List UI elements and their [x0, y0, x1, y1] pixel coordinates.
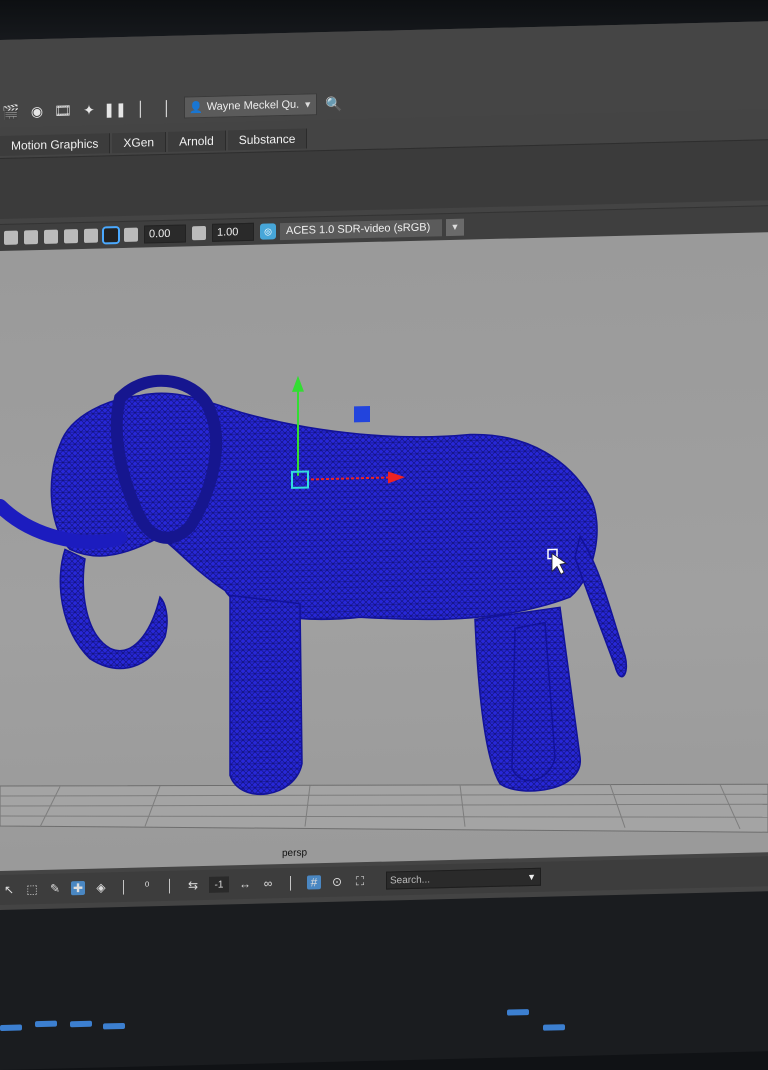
separator-icon: │ [162, 99, 172, 117]
shelf-tab-motion-graphics[interactable]: Motion Graphics [0, 133, 111, 156]
shelf-tab-substance[interactable]: Substance [227, 128, 308, 151]
snap-toggle-icon[interactable]: ✚ [71, 880, 85, 896]
search-placeholder: Search... [390, 873, 431, 886]
ground-grid [0, 783, 768, 833]
user-label: Wayne Meckel Qu. [206, 98, 300, 113]
graph-node[interactable] [0, 1024, 22, 1031]
exposure-field[interactable]: 0.00 [144, 224, 186, 244]
color-management-icon[interactable]: ◎ [260, 223, 276, 240]
exposure-icon[interactable] [124, 227, 138, 242]
key-icon[interactable]: ⁰ [140, 879, 154, 893]
user-icon: 👤 [189, 101, 203, 114]
select-camera-icon[interactable] [44, 229, 58, 244]
grid-toggle-icon[interactable] [24, 230, 38, 245]
shelf-tab-arnold[interactable]: Arnold [168, 130, 226, 152]
shelf-tab-xgen[interactable]: XGen [112, 131, 167, 154]
search-help-icon[interactable]: 🔍 [325, 95, 343, 113]
pause-icon[interactable]: ❚❚ [103, 100, 126, 118]
render-settings-icon[interactable]: 🎞 [54, 101, 72, 119]
node-editor-area [0, 891, 768, 1070]
separator-icon: │ [166, 878, 174, 893]
soft-select-icon[interactable]: ◈ [94, 880, 108, 894]
mammoth-wireframe-mesh[interactable] [50, 369, 627, 802]
select-tool-icon[interactable]: ↖ [2, 883, 16, 897]
step-value-field[interactable]: -1 [209, 876, 229, 893]
color-space-label: ACES 1.0 SDR-video (sRGB) [280, 218, 442, 240]
graph-node[interactable] [543, 1024, 565, 1031]
render-toolbar: 🎬 ◉ 🎞 ✦ ❚❚ │ │ 👤 Wayne Meckel Qu. ▼ 🔍 [0, 90, 343, 126]
xray-icon[interactable] [64, 229, 78, 244]
separator-icon: │ [136, 100, 146, 117]
gamma-icon[interactable] [192, 225, 206, 241]
graph-node[interactable] [70, 1020, 92, 1028]
lasso-select-icon[interactable]: ⬚ [25, 882, 39, 896]
camera-name-label: persp [282, 847, 308, 860]
gamma-field[interactable]: 1.00 [212, 222, 254, 242]
range-icon[interactable]: ↔ [238, 877, 252, 891]
status-line: 🎬 ◉ 🎞 ✦ ❚❚ │ │ 👤 Wayne Meckel Qu. ▼ 🔍 [0, 21, 768, 128]
wireframe-on-shaded-icon[interactable] [102, 226, 120, 245]
viewport-scene [0, 369, 768, 833]
perspective-viewport[interactable]: persp [0, 232, 768, 872]
loop-icon[interactable]: ∞ [261, 876, 275, 890]
camera-attributes-icon[interactable] [4, 230, 18, 245]
chevron-down-icon: ▼ [446, 218, 464, 236]
search-input[interactable]: Search... ▼ [386, 867, 541, 890]
camera-lock-icon[interactable]: ⊙ [330, 875, 344, 889]
ipr-icon[interactable]: ◉ [28, 102, 46, 120]
render-icon[interactable]: 🎬 [2, 103, 20, 121]
grid-snap-icon[interactable]: # [307, 875, 321, 890]
separator-icon: │ [120, 879, 128, 895]
hypershade-icon[interactable]: ✦ [80, 101, 98, 119]
step-icon[interactable]: ⇆ [186, 878, 200, 892]
chevron-down-icon: ▼ [527, 871, 536, 883]
separator-icon: │ [287, 875, 295, 890]
isolate-icon[interactable] [84, 228, 98, 243]
color-space-dropdown[interactable]: ◎ ACES 1.0 SDR-video (sRGB) ▼ [260, 218, 464, 240]
chevron-down-icon: ▼ [303, 99, 313, 110]
frame-icon[interactable]: ⛶ [353, 874, 367, 888]
graph-node[interactable] [507, 1009, 529, 1016]
user-account-dropdown[interactable]: 👤 Wayne Meckel Qu. ▼ [184, 93, 318, 119]
paint-select-icon[interactable]: ✎ [48, 881, 62, 896]
maya-window: 🎬 ◉ 🎞 ✦ ❚❚ │ │ 👤 Wayne Meckel Qu. ▼ 🔍 Mo… [0, 21, 768, 1070]
